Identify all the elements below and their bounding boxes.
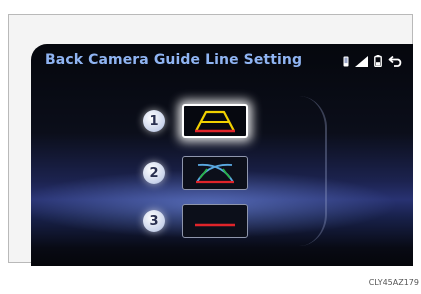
guide-option-row-3: 3 (143, 204, 248, 238)
estimated-course-lines-icon (196, 163, 234, 184)
fixed-guide-lines-icon (195, 110, 235, 133)
display-screen: Back Camera Guide Line Setting 1 2 3 (31, 44, 413, 266)
figure-code: CLY45AZ179 (368, 278, 419, 287)
back-icon[interactable] (388, 55, 403, 67)
option-number-3: 3 (143, 210, 165, 232)
scroll-arc (299, 96, 327, 246)
option-number-1: 1 (143, 110, 165, 132)
option-number-2: 2 (143, 162, 165, 184)
guide-line-option-3[interactable] (182, 204, 248, 238)
signal-icon (355, 55, 368, 67)
guide-line-option-2[interactable] (182, 156, 248, 190)
guide-option-row-1: 1 (143, 104, 248, 138)
guide-line-option-1[interactable] (182, 104, 248, 138)
battery-icon (374, 55, 382, 67)
screen-title: Back Camera Guide Line Setting (45, 52, 303, 68)
guide-option-row-2: 2 (143, 156, 248, 190)
phone-icon (343, 56, 349, 67)
distance-guide-line-icon (195, 223, 235, 227)
status-bar (343, 52, 403, 70)
